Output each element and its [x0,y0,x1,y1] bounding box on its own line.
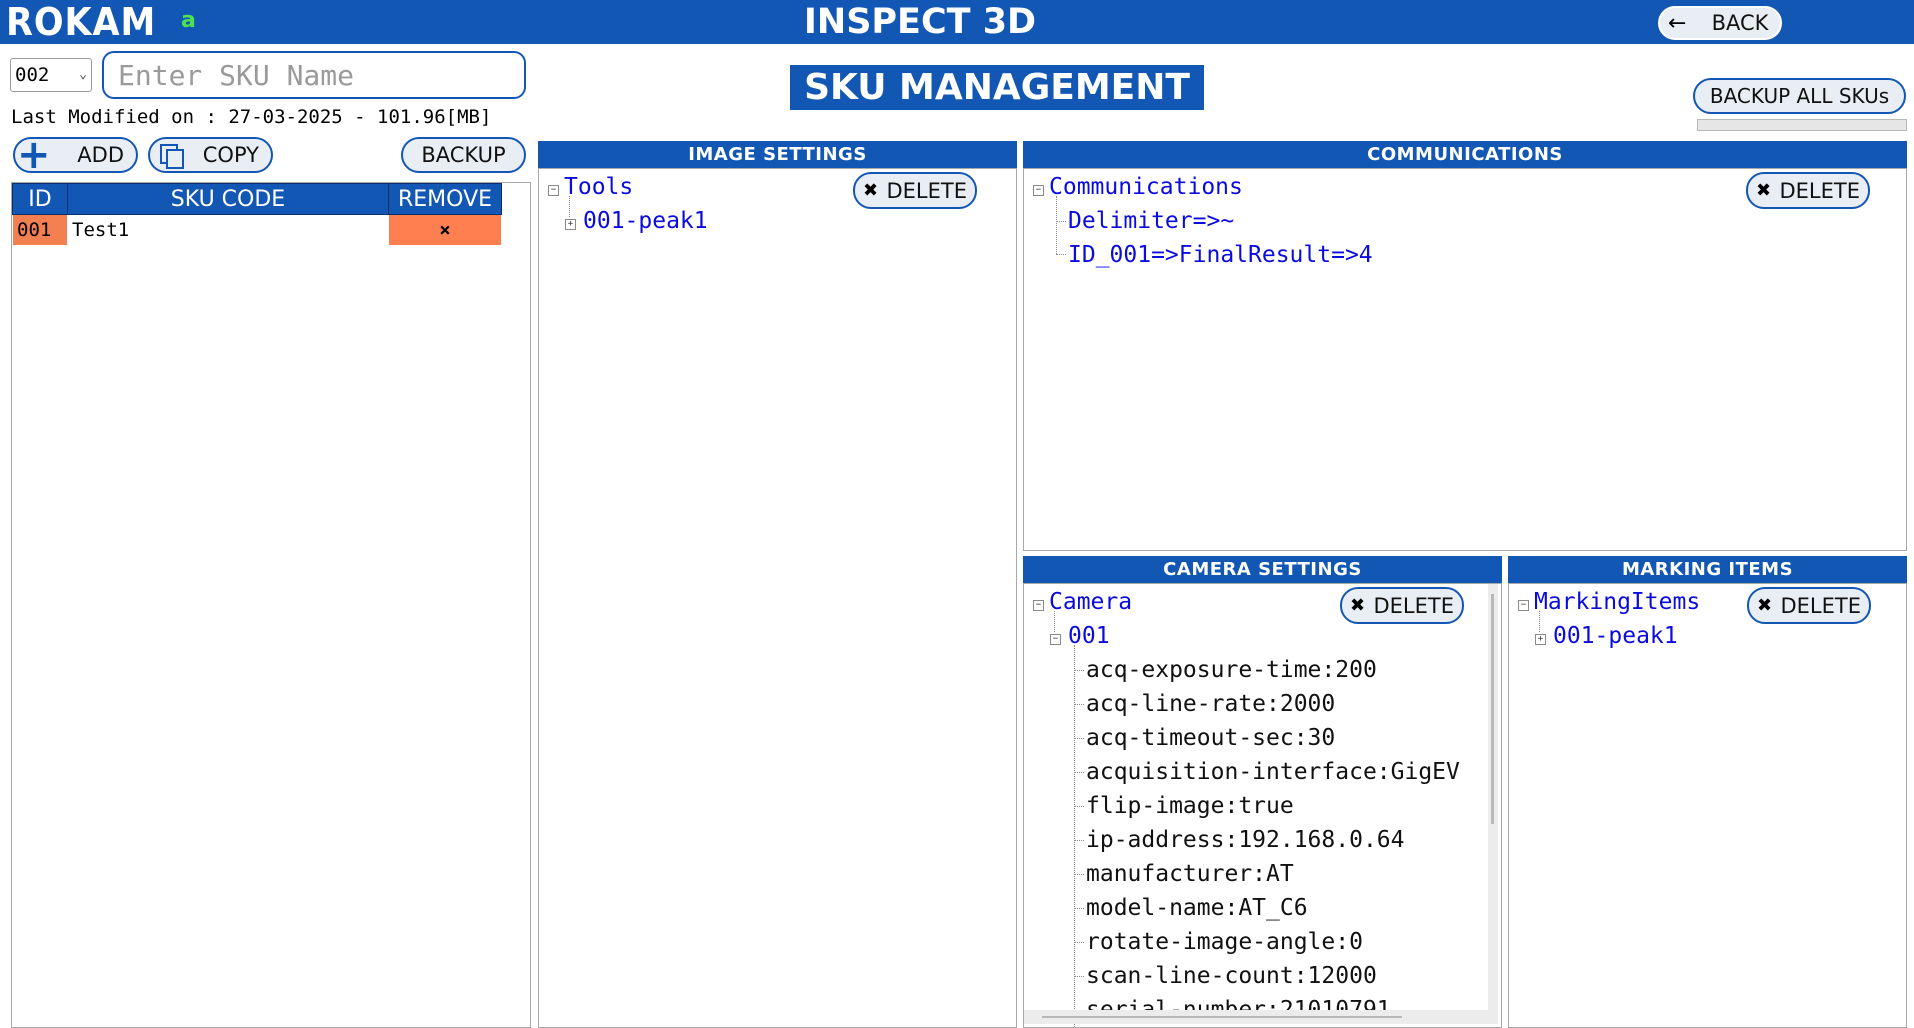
app-title: INSPECT 3D [803,2,1037,42]
backup-progress-bar [1697,119,1907,131]
sku-id-value: 002 [15,64,50,86]
back-button[interactable]: ← BACK [1658,6,1782,40]
camera-property[interactable]: acquisition-interface:GigEV [1086,755,1460,789]
copy-icon [160,144,184,169]
tree-connector [1056,254,1066,255]
camera-property[interactable]: scan-line-count:12000 [1086,959,1377,993]
communications-delete-button[interactable]: ✖ DELETE [1746,172,1870,209]
sku-id-select[interactable]: 002 ⌄ [10,58,92,92]
marking-items-header: MARKING ITEMS [1508,556,1907,583]
sku-name-input[interactable] [102,51,526,99]
camera-property[interactable]: acq-line-rate:2000 [1086,687,1335,721]
tree-connector [569,196,570,217]
tree-connector [1074,704,1084,705]
column-header-sku-code: SKU CODE [67,183,389,215]
image-settings-panel: − Tools + 001-peak1 ✖ DELETE [538,168,1017,1028]
camera-property[interactable]: manufacturer:AT [1086,857,1294,891]
tree-connector [1074,645,1075,1027]
communications-header: COMMUNICATIONS [1023,141,1907,168]
marking-items-panel: − MarkingItems + 001-peak1 ✖ DELETE [1508,583,1907,1028]
camera-property[interactable]: ip-address:192.168.0.64 [1086,823,1405,857]
arrow-left-icon: ← [1668,11,1687,36]
tree-connector [1539,611,1540,632]
tree-connector [1074,772,1084,773]
backup-all-label: BACKUP ALL SKUs [1709,84,1890,108]
table-row[interactable]: 001 Test1 × [12,214,502,246]
tree-connector [1056,196,1057,254]
camera-property[interactable]: flip-image:true [1086,789,1294,823]
collapse-toggle-icon[interactable]: − [1050,634,1061,645]
horizontal-scrollbar-thumb[interactable] [1042,1016,1402,1018]
column-header-remove: REMOVE [388,183,502,215]
close-icon: ✖ [1350,595,1366,616]
vertical-scrollbar[interactable] [1488,584,1498,1010]
row-id: 001 [12,214,68,246]
tree-node-marking-items[interactable]: MarkingItems [1534,585,1700,619]
last-modified-text: Last Modified on : 27-03-2025 - 101.96[M… [11,106,492,128]
camera-settings-header: CAMERA SETTINGS [1023,556,1502,583]
tree-node-camera[interactable]: Camera [1049,585,1132,619]
tree-connector [1074,840,1084,841]
camera-property[interactable]: model-name:AT_C6 [1086,891,1308,925]
camera-property[interactable]: acq-timeout-sec:30 [1086,721,1335,755]
copy-label: COPY [202,143,259,167]
tree-connector [1074,976,1084,977]
tree-node-communications[interactable]: Communications [1049,170,1243,204]
add-button[interactable]: + ADD [13,133,138,177]
collapse-toggle-icon[interactable]: − [1033,600,1044,611]
row-sku-code: Test1 [67,214,389,246]
delete-label: DELETE [1779,178,1860,203]
delete-label: DELETE [886,178,967,203]
tree-connector [1074,874,1084,875]
tree-connector [1074,908,1084,909]
tree-connector [1074,670,1084,671]
delete-label: DELETE [1373,593,1454,618]
backup-all-skus-button[interactable]: BACKUP ALL SKUs [1693,78,1906,114]
vertical-scrollbar-thumb[interactable] [1491,594,1494,824]
tree-node-tool-item[interactable]: 001-peak1 [583,204,708,238]
tree-connector [1074,738,1084,739]
horizontal-scrollbar[interactable] [1024,1010,1498,1024]
close-icon: ✖ [1756,180,1772,201]
backup-label: BACKUP [421,143,506,167]
add-label: ADD [77,143,124,167]
remove-row-button[interactable]: × [388,214,502,246]
close-icon: ✖ [1757,595,1773,616]
sku-list-panel [11,182,531,1028]
tree-node-delimiter[interactable]: Delimiter=>~ [1068,204,1234,238]
close-icon: ✖ [863,180,879,201]
tree-connector [1074,806,1084,807]
camera-property[interactable]: acq-exposure-time:200 [1086,653,1377,687]
tree-node-marking-item[interactable]: 001-peak1 [1553,619,1678,653]
collapse-toggle-icon[interactable]: − [1033,185,1044,196]
tree-connector [1054,611,1055,632]
expand-toggle-icon[interactable]: + [565,219,576,230]
camera-settings-panel: − Camera − 001 acq-exposure-time:200 acq-… [1023,583,1502,1028]
marking-items-delete-button[interactable]: ✖ DELETE [1747,587,1871,624]
sku-table: ID SKU CODE REMOVE 001 Test1 × [12,183,502,246]
image-settings-header: IMAGE SETTINGS [538,141,1017,168]
collapse-toggle-icon[interactable]: − [1518,600,1529,611]
camera-settings-delete-button[interactable]: ✖ DELETE [1340,587,1464,624]
plus-icon: + [17,132,51,178]
page-title: SKU MANAGEMENT [790,65,1204,110]
collapse-toggle-icon[interactable]: − [548,185,559,196]
back-label: BACK [1711,11,1769,35]
copy-button[interactable]: COPY [148,137,273,173]
expand-toggle-icon[interactable]: + [1535,634,1546,645]
chevron-down-icon: ⌄ [79,67,87,82]
communications-panel: − Communications Delimiter=>~ ID_001=>Fi… [1023,168,1907,551]
tree-connector [1074,942,1084,943]
tree-node-tools[interactable]: Tools [564,170,633,204]
backup-button[interactable]: BACKUP [401,137,526,173]
camera-property[interactable]: rotate-image-angle:0 [1086,925,1363,959]
column-header-id: ID [12,183,68,215]
tree-connector [1056,221,1066,222]
image-settings-delete-button[interactable]: ✖ DELETE [853,172,977,209]
tree-node-id-mapping[interactable]: ID_001=>FinalResult=>4 [1068,238,1373,272]
delete-label: DELETE [1780,593,1861,618]
